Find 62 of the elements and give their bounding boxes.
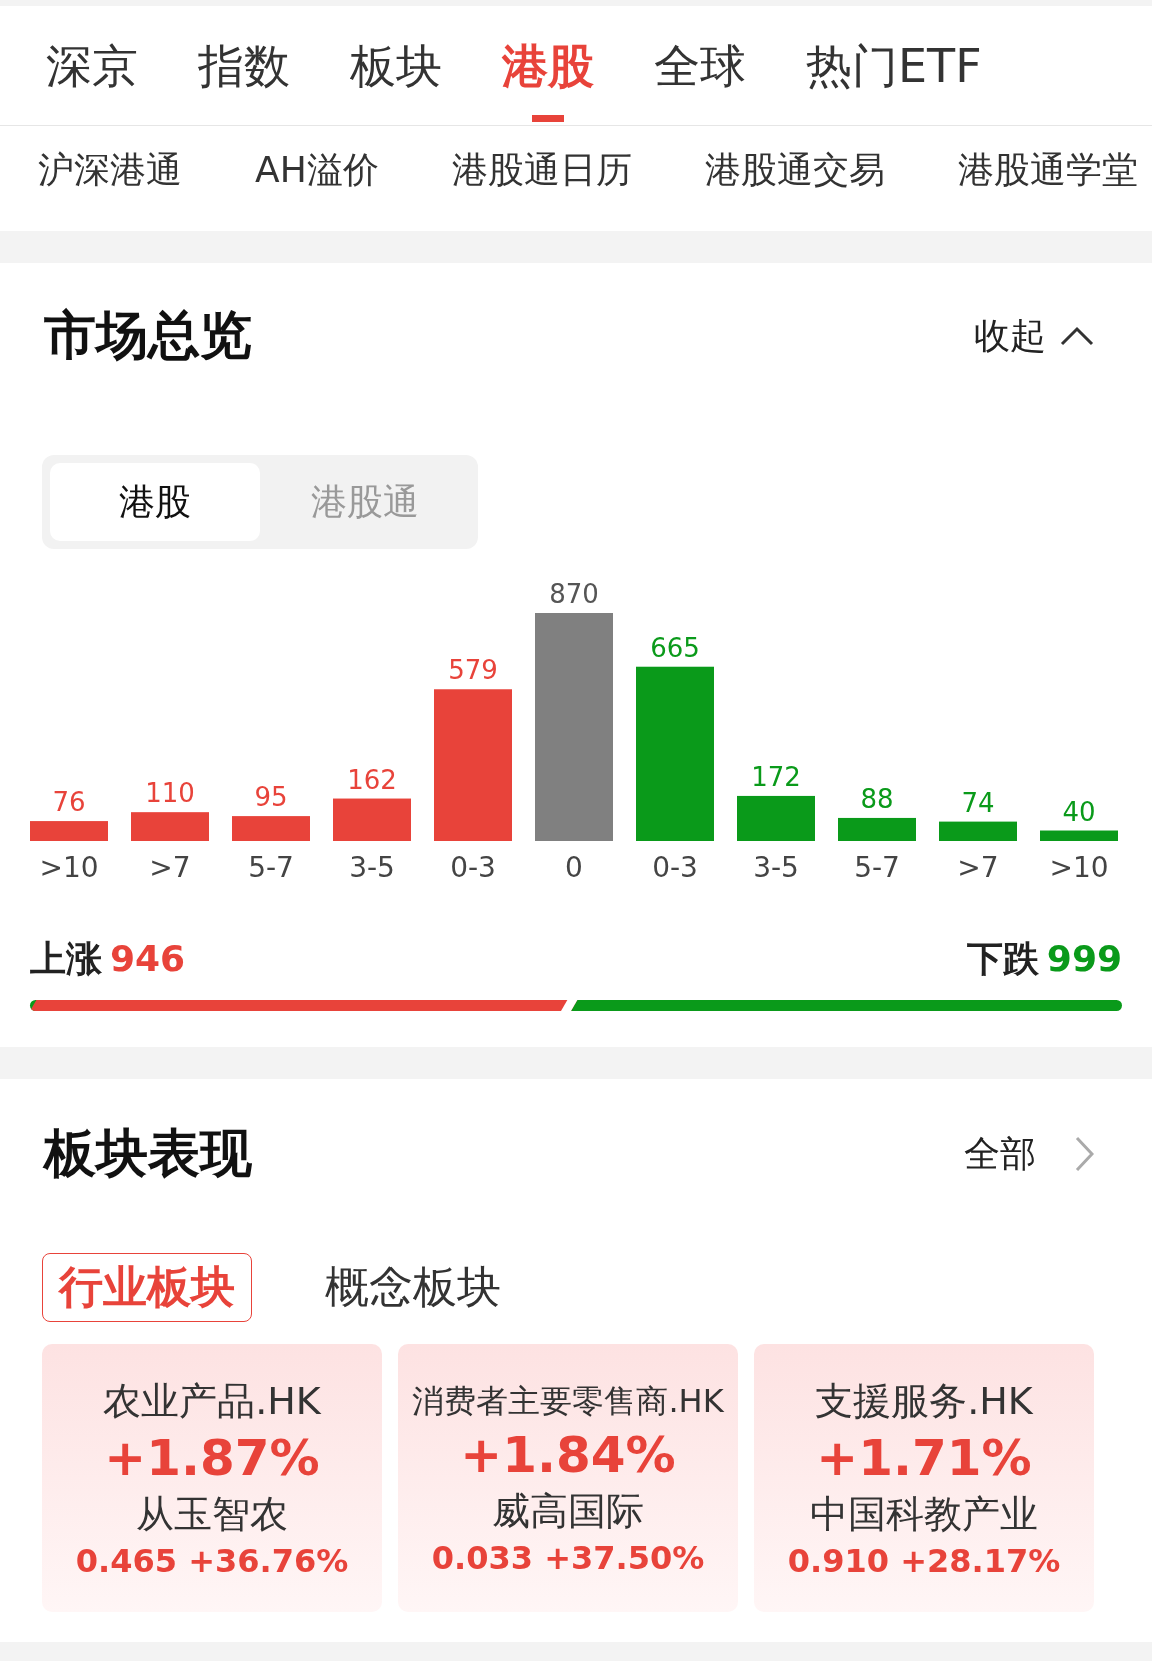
sub-tab[interactable]: 港股通交易 <box>704 146 885 194</box>
leading-stock-name: 中国科教产业 <box>810 1491 1038 1538</box>
bar-value-label: 95 <box>254 782 288 813</box>
axis-category-label: >7 <box>149 851 191 884</box>
axis-category-label: 0-3 <box>652 851 698 884</box>
leading-stock-quote: 0.033 +37.50% <box>431 1538 705 1577</box>
bar-value-label: 76 <box>52 787 86 818</box>
axis-category-label: 0-3 <box>450 851 496 884</box>
bar-value-label: 172 <box>751 761 801 792</box>
leading-stock-name: 威高国际 <box>492 1487 644 1535</box>
bar-value-label: 162 <box>347 764 397 795</box>
axis-category-label: 3-5 <box>349 851 395 884</box>
axis-category-label: 5-7 <box>854 851 900 884</box>
sector-card[interactable]: 支援服务.HK +1.71% 中国科教产业 0.910 +28.17% <box>754 1344 1094 1612</box>
sector-change: +1.87% <box>104 1429 320 1487</box>
sub-tab[interactable]: 港股通日历 <box>451 146 632 194</box>
market-tab[interactable]: 指数 <box>198 36 290 94</box>
sub-tab[interactable]: 港股通学堂 <box>957 146 1138 194</box>
market-tab[interactable]: 全球 <box>654 36 746 94</box>
sub-tab[interactable]: 沪深港通 <box>38 146 182 194</box>
axis-category-label: >10 <box>1049 851 1109 884</box>
bar-value-label: 870 <box>549 579 599 609</box>
bar-value-label: 579 <box>448 655 498 686</box>
section-title: 板块表现 <box>44 1122 252 1185</box>
chevron-up-icon <box>1060 326 1094 346</box>
sector-card[interactable]: 消费者主要零售商.HK +1.84% 威高国际 0.033 +37.50% <box>398 1344 738 1612</box>
segment-tab[interactable]: 港股 <box>50 463 260 541</box>
bar-value-label: 40 <box>1062 796 1096 827</box>
market-tab[interactable]: 港股 <box>502 36 594 94</box>
leading-stock-quote: 0.910 +28.17% <box>787 1542 1061 1580</box>
bar-value-label: 665 <box>650 632 700 663</box>
rise-label: 上涨 <box>30 937 102 981</box>
sector-name: 农业产品.HK <box>103 1378 321 1425</box>
sector-change: +1.84% <box>460 1425 676 1484</box>
tab-underline <box>532 115 564 122</box>
section-title: 市场总览 <box>44 304 252 367</box>
market-tab[interactable]: 深京 <box>46 36 138 94</box>
collapse-toggle[interactable]: 收起 <box>974 311 1094 361</box>
sector-type-tab[interactable]: 概念板块 <box>308 1253 518 1322</box>
axis-category-label: 3-5 <box>753 851 799 884</box>
rise-count: 946 <box>110 938 186 979</box>
fall-label: 下跌 <box>966 937 1039 981</box>
sub-tab[interactable]: AH溢价 <box>255 146 379 194</box>
sector-name: 消费者主要零售商.HK <box>412 1380 724 1422</box>
market-tab[interactable]: 热门ETF <box>806 36 982 94</box>
market-tab[interactable]: 板块 <box>350 36 442 94</box>
sector-card[interactable]: 农业产品.HK +1.87% 从玉智农 0.465 +36.76% <box>42 1344 382 1612</box>
fall-count: 999 <box>1046 938 1122 979</box>
view-all-link[interactable]: 全部 <box>964 1129 1094 1179</box>
bar-value-label: 110 <box>145 778 195 809</box>
sector-type-tab[interactable]: 行业板块 <box>42 1253 252 1322</box>
sector-change: +1.71% <box>816 1429 1032 1487</box>
axis-category-label: 0 <box>565 851 583 884</box>
chevron-right-icon <box>1074 1136 1094 1172</box>
sector-name: 支援服务.HK <box>815 1378 1033 1425</box>
bar-value-label: 88 <box>860 783 894 814</box>
axis-category-label: >10 <box>39 851 99 884</box>
axis-category-label: 5-7 <box>248 851 294 884</box>
leading-stock-name: 从玉智农 <box>136 1491 288 1538</box>
bar-value-label: 74 <box>961 787 995 818</box>
leading-stock-quote: 0.465 +36.76% <box>75 1542 349 1580</box>
axis-category-label: >7 <box>957 851 999 884</box>
